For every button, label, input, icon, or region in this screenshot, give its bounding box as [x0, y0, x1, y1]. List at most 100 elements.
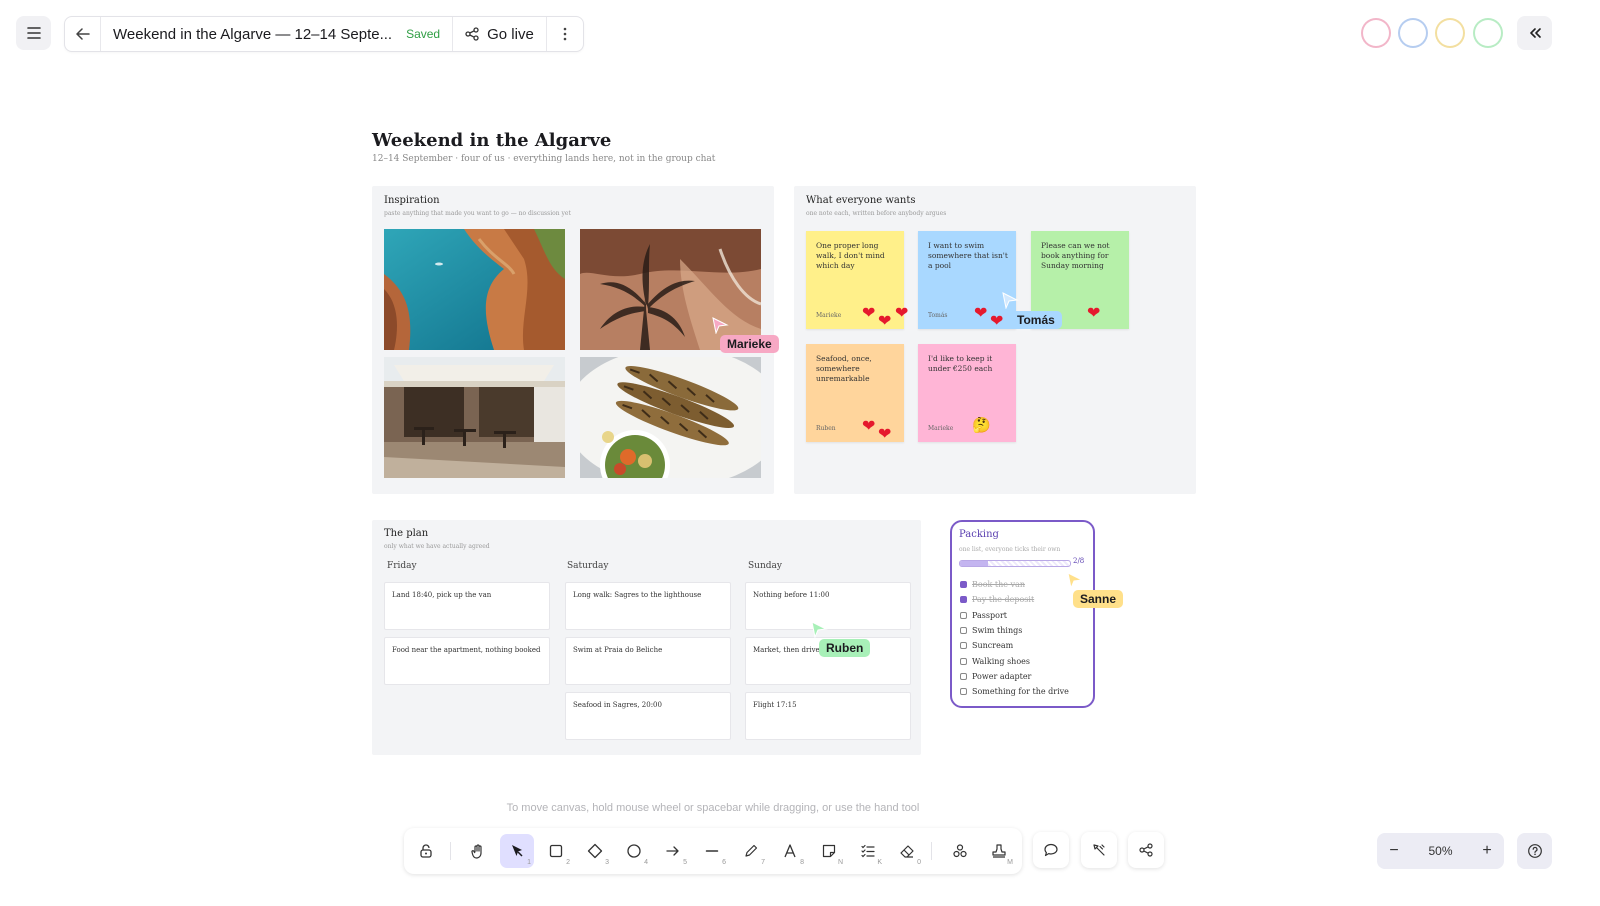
back-button[interactable] — [65, 17, 101, 51]
go-live-label: Go live — [487, 25, 534, 43]
wants-title: What everyone wants — [806, 195, 916, 206]
packing-item[interactable]: Pay the deposit — [960, 595, 1034, 604]
packing-item[interactable]: Walking shoes — [960, 657, 1030, 666]
laser-pointer-icon — [1093, 844, 1105, 856]
tool-line[interactable]: 6 — [695, 834, 729, 868]
plan-card[interactable]: Seafood in Sagres, 20:00 — [565, 692, 731, 740]
shortcut-key: 5 — [683, 859, 687, 866]
plan-card[interactable]: Flight 17:15 — [745, 692, 911, 740]
toolbar-divider — [931, 842, 932, 860]
hand-icon — [471, 844, 482, 859]
plan-card[interactable]: Long walk: Sagres to the lighthouse — [565, 582, 731, 630]
packing-checklist[interactable]: Packing one list, everyone ticks their o… — [950, 520, 1095, 708]
tool-eraser[interactable]: 0 — [890, 834, 924, 868]
collaborator-avatar-s[interactable]: S — [1437, 20, 1463, 46]
tool-arrow[interactable]: 5 — [656, 834, 690, 868]
comments-button[interactable] — [1033, 832, 1069, 868]
sticky-note[interactable]: Seafood, once, somewhere unremarkable Ru… — [806, 344, 904, 442]
tool-stamp[interactable]: M — [982, 834, 1016, 868]
more-options-button[interactable] — [547, 17, 583, 51]
packing-item[interactable]: Power adapter — [960, 672, 1031, 681]
tool-selection[interactable]: 1 — [500, 834, 534, 868]
packing-title: Packing — [959, 529, 999, 540]
lock-icon — [420, 844, 432, 858]
packing-item[interactable]: Swim things — [960, 626, 1022, 635]
line-icon — [705, 850, 719, 852]
plan-card-text: Land 18:40, pick up the van — [392, 591, 492, 599]
tool-shapes-library[interactable] — [943, 834, 977, 868]
checkbox-checked-icon[interactable] — [960, 581, 967, 588]
packing-item-label: Something for the drive — [972, 687, 1069, 697]
collaborator-avatar-t[interactable]: T — [1400, 20, 1426, 46]
tool-text[interactable]: 8 — [773, 834, 807, 868]
checkbox-icon[interactable] — [960, 642, 967, 650]
checkbox-icon[interactable] — [960, 611, 967, 619]
tool-diamond[interactable]: 3 — [578, 834, 612, 868]
heart-reaction-icon[interactable]: ❤ — [878, 313, 891, 329]
laser-pointer-button[interactable] — [1081, 832, 1117, 868]
sticky-note[interactable]: I want to swim somewhere that isn't a po… — [918, 231, 1016, 329]
cursor-label-sanne: Sanne — [1073, 590, 1124, 608]
shortcut-key: 1 — [527, 859, 531, 866]
go-live-button[interactable]: Go live — [453, 17, 547, 51]
plan-card[interactable]: Swim at Praia do Beliche — [565, 637, 731, 685]
photo-cafe-terrace[interactable] — [384, 357, 565, 478]
shortcut-key: 7 — [761, 859, 765, 866]
packing-item[interactable]: Something for the drive — [960, 687, 1069, 696]
plan-card-text: Nothing before 11:00 — [753, 591, 830, 599]
tool-hand[interactable] — [461, 834, 495, 868]
main-menu-button[interactable] — [16, 16, 51, 50]
drawing-toolbar: 1 2 3 4 5 6 7 8 N K 0 M — [404, 828, 1022, 874]
sticky-note-text: Seafood, once, somewhere unremarkable — [816, 354, 872, 383]
share-button[interactable] — [1128, 832, 1164, 868]
packing-item[interactable]: Book the van — [960, 580, 1025, 589]
checkbox-icon[interactable] — [960, 672, 967, 680]
checkbox-checked-icon[interactable] — [960, 596, 967, 604]
tool-ellipse[interactable]: 4 — [617, 834, 651, 868]
sticky-note-icon — [822, 844, 836, 858]
inspiration-title: Inspiration — [384, 195, 440, 206]
collaborator-avatar-m[interactable]: M — [1363, 20, 1389, 46]
zoom-out-button[interactable]: − — [1377, 842, 1411, 860]
packing-item[interactable]: Passport — [960, 611, 1007, 620]
tool-lock[interactable] — [409, 834, 443, 868]
thinking-face-reaction[interactable]: 🤔 — [972, 416, 991, 434]
shortcut-key: 6 — [722, 859, 726, 866]
heart-reaction-icon[interactable]: ❤ — [862, 305, 875, 321]
heart-reaction-icon[interactable]: ❤ — [862, 418, 875, 434]
packing-progress-fill — [960, 561, 988, 566]
photo-grilled-sardines[interactable] — [580, 357, 761, 478]
heart-reaction-icon[interactable]: ❤ — [1087, 305, 1100, 321]
photo-beach-palm-shadow[interactable] — [580, 229, 761, 350]
tool-checklist[interactable]: K — [851, 834, 885, 868]
eraser-icon — [900, 845, 914, 858]
sticky-note-author: Ruben — [816, 425, 836, 432]
checkbox-icon[interactable] — [960, 657, 967, 665]
tool-pencil[interactable]: 7 — [734, 834, 768, 868]
packing-item[interactable]: Suncream — [960, 641, 1013, 650]
checkbox-icon[interactable] — [960, 626, 967, 634]
checkbox-icon[interactable] — [960, 688, 967, 696]
tool-rectangle[interactable]: 2 — [539, 834, 573, 868]
collapse-sidebar-button[interactable] — [1517, 16, 1552, 50]
plan-card[interactable]: Nothing before 11:00 — [745, 582, 911, 630]
arrow-left-icon — [75, 28, 90, 40]
heart-reaction-icon[interactable]: ❤ — [878, 426, 891, 442]
packing-item-label: Pay the deposit — [972, 595, 1035, 605]
heart-reaction-icon[interactable]: ❤ — [974, 305, 987, 321]
plan-card[interactable]: Food near the apartment, nothing booked — [384, 637, 550, 685]
sticky-note[interactable]: One proper long walk, I don't mind which… — [806, 231, 908, 329]
help-button[interactable] — [1517, 833, 1552, 869]
plan-card[interactable]: Land 18:40, pick up the van — [384, 582, 550, 630]
tool-sticky-note[interactable]: N — [812, 834, 846, 868]
heart-reaction-icon[interactable]: ❤ — [895, 305, 908, 321]
heart-reaction-icon[interactable]: ❤ — [990, 313, 1003, 329]
sticky-note-author: Tomás — [928, 312, 948, 319]
collaborator-avatar-r[interactable]: R — [1475, 20, 1501, 46]
zoom-in-button[interactable]: + — [1470, 842, 1504, 860]
sticky-note[interactable]: I'd like to keep it under €250 each Mari… — [918, 344, 1016, 442]
document-title[interactable]: Weekend in the Algarve — 12–14 Septe... — [113, 26, 392, 43]
kebab-menu-icon — [563, 27, 567, 41]
zoom-level[interactable]: 50% — [1428, 844, 1452, 858]
photo-coastal-cliffs[interactable] — [384, 229, 565, 350]
